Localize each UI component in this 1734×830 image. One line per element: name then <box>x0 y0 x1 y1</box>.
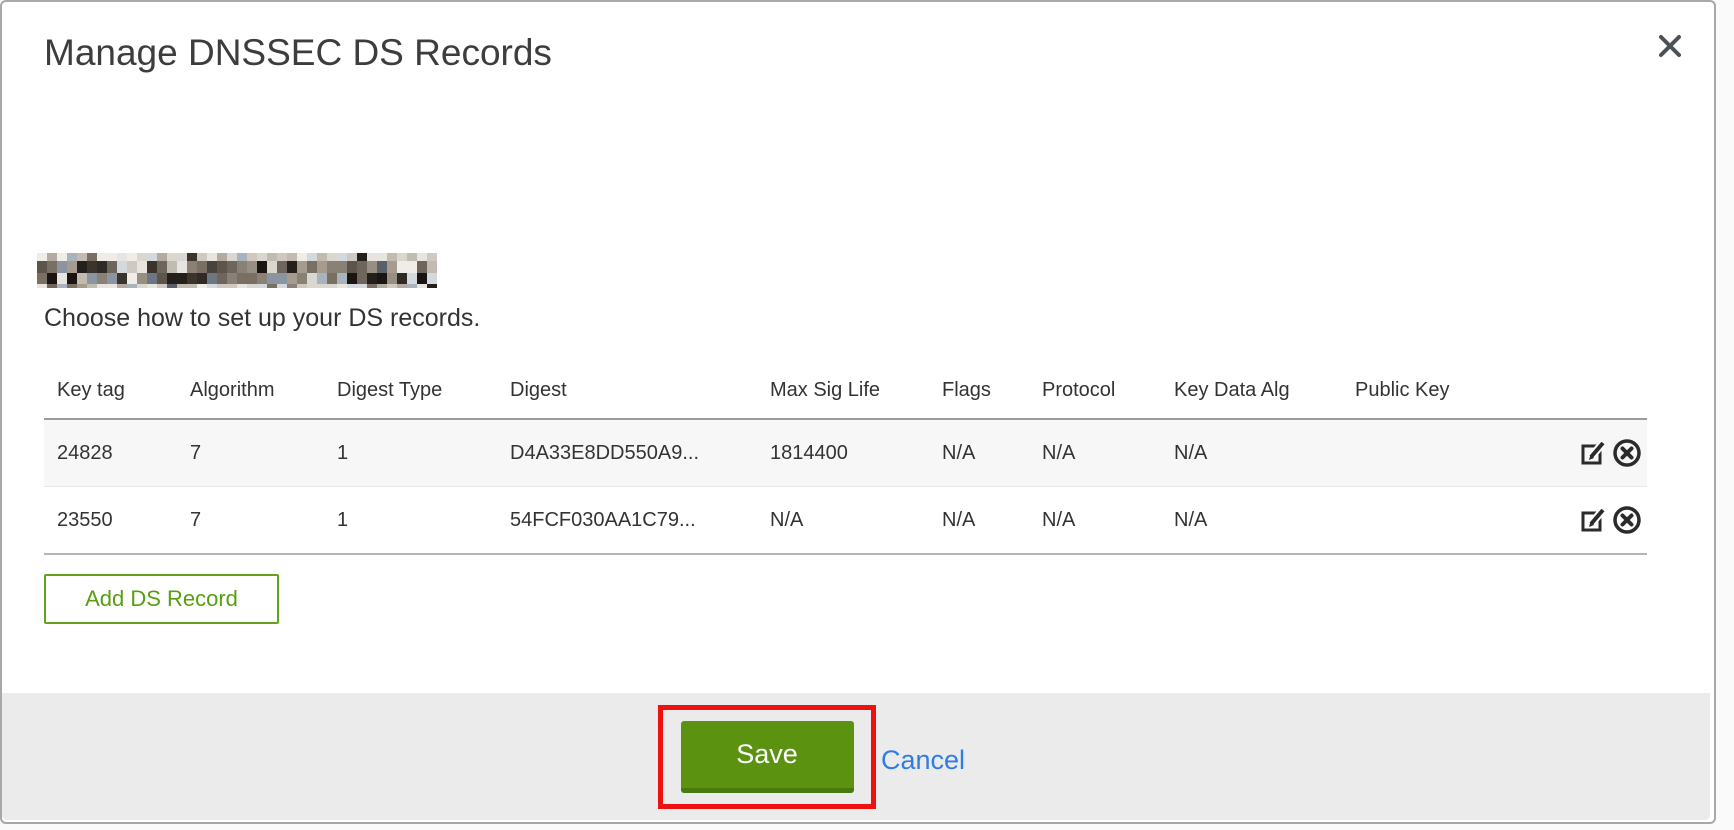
cell-public-key <box>1342 419 1564 487</box>
edit-icon <box>1579 504 1611 536</box>
cell-flags: N/A <box>929 419 1029 487</box>
cell-key-data-alg: N/A <box>1161 419 1342 487</box>
cell-algorithm: 7 <box>177 419 324 487</box>
ds-record-row-1: 24828 7 1 D4A33E8DD550A9... 1814400 N/A … <box>44 419 1647 487</box>
save-annotation-highlight: Save <box>658 705 876 809</box>
cell-digest: 54FCF030AA1C79... <box>497 487 757 555</box>
col-header-max-sig-life: Max Sig Life <box>757 362 929 419</box>
cell-actions <box>1564 419 1647 487</box>
edit-icon <box>1579 437 1611 469</box>
col-header-protocol: Protocol <box>1029 362 1161 419</box>
table-header-row: Key tag Algorithm Digest Type Digest Max… <box>44 362 1647 419</box>
col-header-digest: Digest <box>497 362 757 419</box>
setup-instruction-text: Choose how to set up your DS records. <box>44 304 480 333</box>
cell-max-sig-life: 1814400 <box>757 419 929 487</box>
col-header-flags: Flags <box>929 362 1029 419</box>
cell-digest-type: 1 <box>324 487 497 555</box>
cell-max-sig-life: N/A <box>757 487 929 555</box>
ds-records-table: Key tag Algorithm Digest Type Digest Max… <box>44 362 1647 555</box>
cell-key-data-alg: N/A <box>1161 487 1342 555</box>
col-header-key-data-alg: Key Data Alg <box>1161 362 1342 419</box>
cell-actions <box>1564 487 1647 555</box>
close-button[interactable] <box>1648 24 1692 68</box>
col-header-actions <box>1564 362 1647 419</box>
cell-digest: D4A33E8DD550A9... <box>497 419 757 487</box>
ds-record-row-2: 23550 7 1 54FCF030AA1C79... N/A N/A N/A … <box>44 487 1647 555</box>
cell-key-tag: 23550 <box>44 487 177 555</box>
redacted-domain-name <box>37 253 437 288</box>
edit-record-button[interactable] <box>1579 437 1611 469</box>
cell-digest-type: 1 <box>324 419 497 487</box>
add-ds-record-button[interactable]: Add DS Record <box>44 574 279 624</box>
delete-icon <box>1611 437 1643 469</box>
dnssec-modal: Manage DNSSEC DS Records Choose how to s… <box>0 0 1716 824</box>
cancel-link[interactable]: Cancel <box>881 745 965 776</box>
cell-protocol: N/A <box>1029 487 1161 555</box>
delete-record-button[interactable] <box>1611 437 1643 469</box>
cell-protocol: N/A <box>1029 419 1161 487</box>
col-header-public-key: Public Key <box>1342 362 1564 419</box>
col-header-key-tag: Key tag <box>44 362 177 419</box>
edit-record-button[interactable] <box>1579 504 1611 536</box>
delete-record-button[interactable] <box>1611 504 1643 536</box>
cell-public-key <box>1342 487 1564 555</box>
cell-key-tag: 24828 <box>44 419 177 487</box>
modal-footer: Save Cancel <box>2 693 1710 820</box>
col-header-digest-type: Digest Type <box>324 362 497 419</box>
save-button[interactable]: Save <box>681 721 854 793</box>
cell-algorithm: 7 <box>177 487 324 555</box>
cell-flags: N/A <box>929 487 1029 555</box>
col-header-algorithm: Algorithm <box>177 362 324 419</box>
delete-icon <box>1611 504 1643 536</box>
close-icon <box>1656 32 1684 60</box>
modal-title: Manage DNSSEC DS Records <box>44 32 552 74</box>
